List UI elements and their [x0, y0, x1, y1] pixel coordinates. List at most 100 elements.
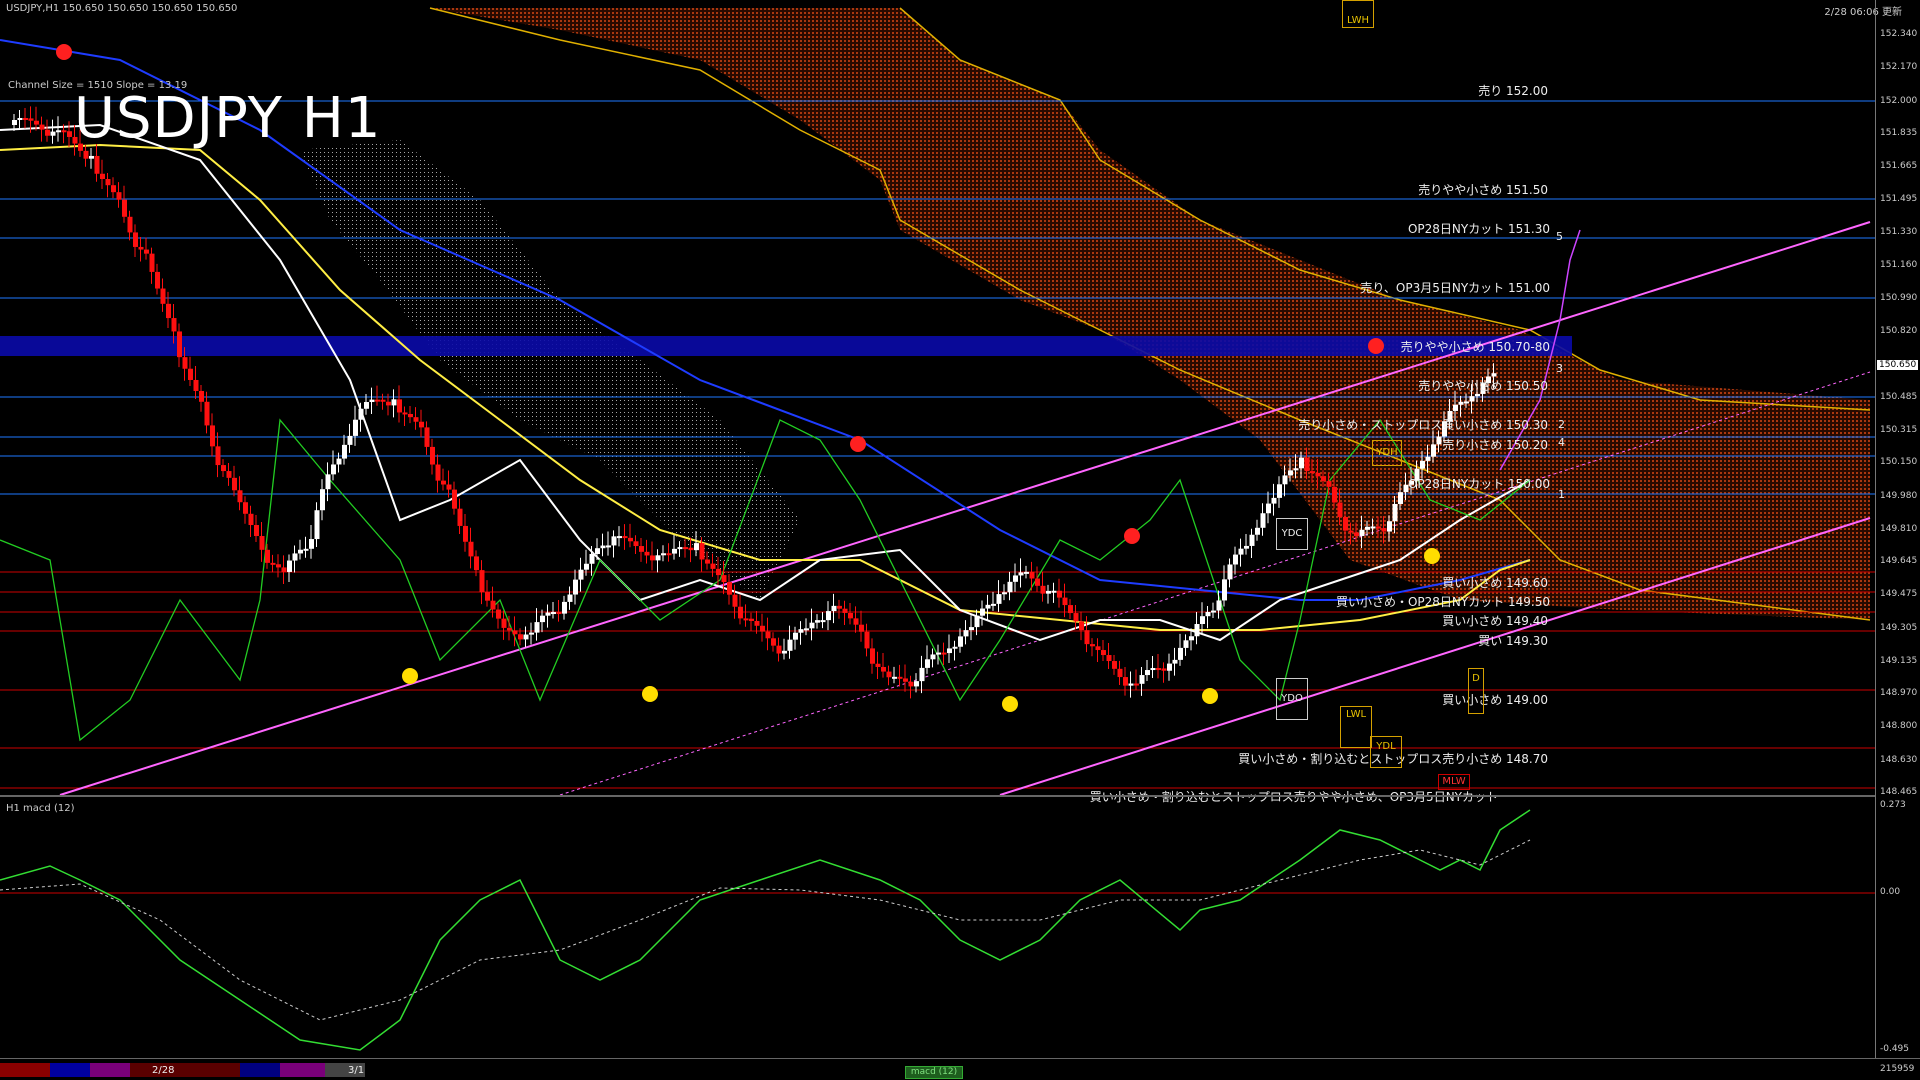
candle-body [133, 232, 138, 247]
candle-body [1458, 401, 1464, 405]
candle-body [380, 399, 386, 402]
candle-body [111, 185, 116, 193]
candle-body [1079, 621, 1084, 631]
candle-body [947, 648, 952, 654]
candle-body [314, 510, 320, 540]
candle-body [529, 632, 534, 635]
level-label: 売り、OP3月5日NYカット 151.00 [1360, 281, 1550, 295]
candle-body [1348, 530, 1354, 533]
candle-body [259, 536, 265, 550]
candle-body [353, 419, 358, 436]
price-tick: 148.630 [1880, 754, 1918, 765]
candle-body [479, 570, 485, 593]
candle-body [28, 118, 34, 121]
candle-body [1425, 456, 1431, 461]
candle-body [996, 594, 1002, 604]
candle-body [1073, 613, 1079, 622]
candle-body [1057, 590, 1062, 598]
candle-body [991, 603, 996, 606]
signal-marker [1424, 548, 1440, 564]
price-tick: 150.485 [1880, 391, 1918, 402]
candle-body [1002, 592, 1007, 595]
candle-body [248, 513, 254, 526]
candle-body [578, 569, 584, 580]
candle-body [787, 639, 793, 651]
candle-body [738, 606, 743, 619]
candle-body [369, 399, 375, 403]
price-tick: 151.835 [1880, 127, 1918, 138]
candle-body [1469, 396, 1475, 402]
cloud-red [430, 8, 1870, 620]
candle-body [1095, 646, 1101, 651]
candle-body [831, 605, 837, 612]
candle-body [1359, 529, 1365, 536]
signal-marker [850, 436, 866, 452]
candle-body [710, 563, 716, 569]
chart-header: USDJPY,H1 150.650 150.650 150.650 150.65… [0, 0, 1920, 18]
candle-body [325, 474, 331, 490]
candle-body [1337, 502, 1343, 517]
candle-body [650, 555, 655, 561]
price-tick: 149.810 [1880, 523, 1918, 534]
indicator-tab[interactable]: macd (12) [905, 1066, 963, 1079]
candle-body [226, 471, 232, 478]
candle-body [820, 620, 826, 623]
chart-title: USDJPY H1 [74, 86, 382, 151]
candle-body [666, 553, 672, 556]
zone-band [0, 336, 1572, 356]
candle-body [963, 630, 969, 637]
candle-body [386, 401, 391, 406]
signal-marker [402, 668, 418, 684]
signal-marker [642, 686, 658, 702]
candle-body [628, 537, 633, 542]
candle-body [127, 216, 133, 233]
candle-body [1299, 457, 1304, 469]
signal-marker [1202, 688, 1218, 704]
candle-body [1189, 636, 1194, 641]
candle-body [1436, 436, 1442, 445]
candle-body [193, 379, 199, 391]
candle-body [1227, 564, 1233, 580]
candle-body [573, 579, 578, 595]
candle-body [1381, 528, 1387, 532]
candle-body [551, 612, 556, 615]
price-tick: 150.150 [1880, 457, 1918, 468]
candle-body [556, 612, 562, 615]
price-tick: 152.340 [1880, 29, 1918, 39]
candle-body [534, 622, 540, 633]
candle-body [655, 555, 661, 561]
candle-body [100, 173, 105, 180]
candle-body [1051, 590, 1057, 593]
level-label: 買い小さめ 149.60 [1442, 576, 1548, 590]
price-tick: 149.305 [1880, 622, 1918, 633]
candle-body [1244, 545, 1249, 549]
price-tick: 151.495 [1880, 194, 1918, 205]
candle-body [166, 303, 171, 319]
pane-separator[interactable] [0, 795, 1875, 797]
candle-body [897, 676, 903, 679]
candle-body [1018, 572, 1024, 576]
level-label: 売り小さめ・ストップロス買い小さめ 150.30 [1298, 418, 1548, 432]
signal-marker [1002, 696, 1018, 712]
price-tick: 152.000 [1880, 95, 1918, 106]
price-tick: 151.330 [1880, 226, 1918, 237]
price-axis[interactable] [1875, 0, 1876, 1058]
level-label: 売りやや小さめ 151.50 [1418, 183, 1548, 197]
candle-body [809, 622, 815, 629]
candle-body [1249, 534, 1255, 546]
macd-tick-bottom: -0.495 [1880, 1044, 1910, 1054]
ydc-box: YDC [1276, 518, 1308, 550]
candle-body [683, 547, 688, 550]
candle-body [204, 401, 210, 426]
price-chart[interactable] [0, 0, 1920, 1080]
candle-body [232, 477, 237, 491]
mlw-box: MLW [1438, 774, 1470, 790]
candle-body [639, 546, 644, 552]
candle-body [287, 560, 292, 572]
candle-body [105, 179, 111, 186]
level-label: 売りやや小さめ 150.50 [1418, 379, 1548, 393]
signal-marker [56, 44, 72, 60]
candle-body [138, 246, 144, 250]
candle-body [45, 129, 50, 136]
candle-body [705, 559, 710, 564]
